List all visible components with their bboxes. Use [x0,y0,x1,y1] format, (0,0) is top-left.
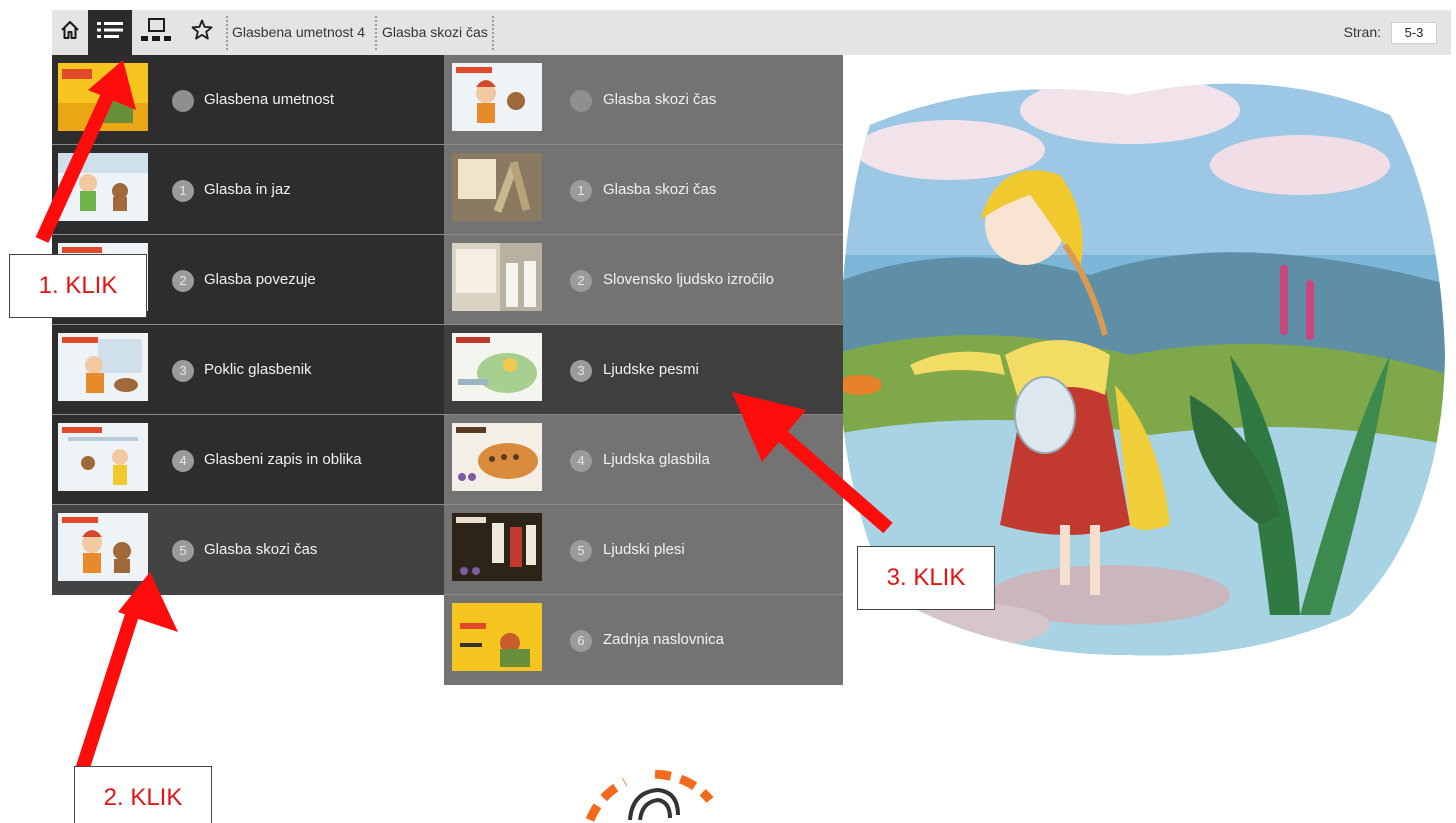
callout-step-3: 3. KLIK [857,546,995,610]
arrow-step-3 [732,392,893,534]
arrow-step-2 [75,572,178,773]
annotation-arrows [35,60,893,773]
logo-fragment-icon [585,770,714,822]
arrow-step-1 [35,60,136,243]
callout-step-2: 2. KLIK [74,766,212,823]
callout-step-1: 1. KLIK [9,254,147,318]
